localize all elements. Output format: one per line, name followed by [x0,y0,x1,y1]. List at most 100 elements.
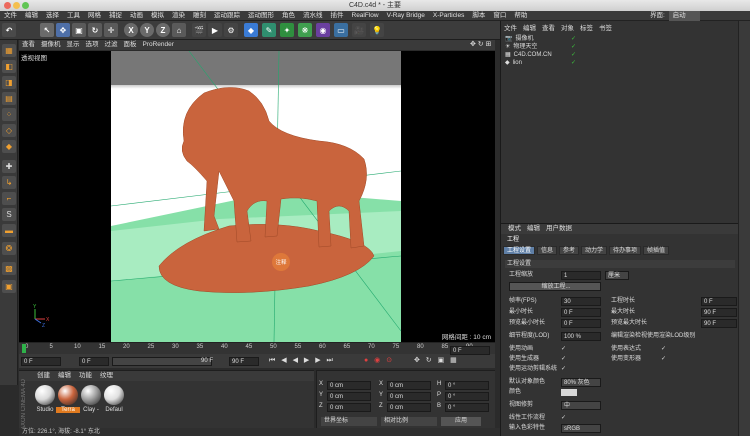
menu-item[interactable]: 角色 [278,11,299,21]
snap-icon[interactable]: ⌐ [2,192,16,205]
material-menu-item[interactable]: 创建 [33,371,54,381]
tweak-mode-icon[interactable]: ↳ [2,176,16,189]
object-menu-item[interactable]: 对象 [558,24,577,34]
scale-mode-select[interactable]: 相对比例 [381,417,437,426]
menu-item[interactable]: V-Ray Bridge [383,11,429,21]
viewport-nav-icons[interactable]: ✥ ↻ ⊞ [470,40,494,50]
viewport-menu-item[interactable]: 查看 [19,40,38,50]
start-frame-field[interactable]: 0 F [79,357,109,366]
cube-icon[interactable]: ◆ [244,23,258,37]
object-visibility-icon[interactable]: ✓ [571,35,576,42]
object-visibility-icon[interactable]: ✓ [571,51,576,58]
solo-icon[interactable]: ▣ [2,280,16,293]
array-icon[interactable]: ❋ [298,23,312,37]
motion-system-checkbox[interactable]: ✓ [561,366,567,372]
make-editable-icon[interactable]: ▦ [2,44,16,57]
scale-project-button[interactable]: 缩放工程... [509,282,601,291]
polygons-mode-icon[interactable]: ◆ [2,140,16,153]
menu-item[interactable]: 运动跟踪 [210,11,244,21]
select-tool-icon[interactable]: ↖ [40,23,54,37]
preview-max-field[interactable]: 90 F [701,319,737,328]
viewport-menu-item[interactable]: 选项 [83,40,102,50]
axis-z-button[interactable]: Z [156,23,170,37]
edges-mode-icon[interactable]: ◇ [2,124,16,137]
coord-value-field[interactable]: 0 cm [327,403,371,412]
current-frame-field[interactable]: 0 F [21,357,61,366]
project-length-field[interactable]: 0 F [701,297,737,306]
light-icon[interactable]: 💡 [370,23,384,37]
preview-min-field[interactable]: 0 F [561,319,601,328]
move-tool-icon[interactable]: ✥ [56,23,70,37]
attr-tab[interactable]: 参考 [559,246,580,255]
use-generators-checkbox[interactable]: ✓ [561,356,567,362]
coord-value-field[interactable]: 0 ° [445,381,489,390]
playhead[interactable] [22,344,26,353]
attr-tab[interactable]: 待办事项 [609,246,642,255]
object-menu-item[interactable]: 编辑 [520,24,539,34]
menu-item[interactable]: 选择 [42,11,63,21]
points-mode-icon[interactable]: ⁘ [2,108,16,121]
attr-tab[interactable]: 工程设置 [503,246,536,255]
attr-menu-item[interactable]: 模式 [505,224,524,234]
record-buttons[interactable]: ● ◉ ⊙ [364,356,394,366]
menu-item[interactable]: 编辑 [21,11,42,21]
coord-system-icon[interactable]: ⌂ [172,23,186,37]
max-time-field[interactable]: 90 F [701,308,737,317]
linear-workflow-checkbox[interactable]: ✓ [561,415,567,421]
attr-tab[interactable]: 信息 [537,246,558,255]
object-visibility-icon[interactable]: ✓ [571,59,576,66]
menu-item[interactable]: 渲染 [168,11,189,21]
object-color-select[interactable]: 80% 灰色 [561,378,601,387]
menu-item[interactable]: 网格 [84,11,105,21]
color-swatch[interactable] [561,389,577,396]
attr-tab[interactable]: 帧插值 [643,246,670,255]
object-menu-item[interactable]: 标签 [577,24,596,34]
use-animation-checkbox[interactable]: ✓ [561,346,567,352]
deformer-icon[interactable]: ◉ [316,23,330,37]
coord-value-field[interactable]: 0 cm [387,381,431,390]
object-menu-item[interactable]: 书签 [596,24,615,34]
attr-menu-item[interactable]: 用户数据 [543,224,575,234]
coord-value-field[interactable]: 0 cm [387,392,431,401]
render-view-icon[interactable]: 🎬 [192,23,206,37]
view-clip-select[interactable]: 中 [561,401,601,410]
use-expression-checkbox[interactable]: ✓ [661,346,667,352]
viewport-menu-item[interactable]: 摄像机 [38,40,64,50]
frame-range-slider[interactable] [112,357,212,366]
object-visibility-icon[interactable]: ✓ [571,43,576,50]
material-menu-item[interactable]: 功能 [75,371,96,381]
rotate-tool-icon[interactable]: ↻ [88,23,102,37]
menu-item[interactable]: 脚本 [468,11,489,21]
model-mode-icon[interactable]: ◧ [2,60,16,73]
timeline-ruler[interactable]: 051015202530354045505560657075808590 [19,342,495,354]
floor-icon[interactable]: ▭ [334,23,348,37]
render-pv-icon[interactable]: ▶ [208,23,222,37]
viewport-menu-item[interactable]: 显示 [64,40,83,50]
lod-field[interactable]: 100 % [561,332,601,341]
menu-item[interactable]: 插件 [327,11,348,21]
attr-tab[interactable]: 动力学 [581,246,608,255]
spline-pen-icon[interactable]: ✎ [262,23,276,37]
render-settings-icon[interactable]: ⚙ [224,23,238,37]
use-deformers-checkbox[interactable]: ✓ [661,356,667,362]
key-buttons[interactable]: ✥ ↻ ▣ ▦ [414,356,459,366]
layout-value[interactable]: 启动 [668,11,700,21]
input-color-select[interactable]: sRGB [561,424,601,433]
menu-item[interactable]: 运动图形 [244,11,278,21]
coord-value-field[interactable]: 0 cm [387,403,431,412]
coord-value-field[interactable]: 0 cm [327,392,371,401]
viewport[interactable]: 注释 Y X Z 透视视图 网格间距 : 10 cm [19,51,495,342]
menu-item[interactable]: 窗口 [489,11,510,21]
attr-menu-item[interactable]: 编辑 [524,224,543,234]
menu-item[interactable]: 文件 [0,11,21,21]
object-menu-item[interactable]: 文件 [501,24,520,34]
object-row[interactable]: ◆ lion [505,59,522,67]
scale-tool-icon[interactable]: ▣ [72,23,86,37]
close-icon[interactable] [4,2,11,9]
right-side-tabs[interactable] [738,21,750,436]
menu-item[interactable]: 动画 [126,11,147,21]
camera-icon[interactable]: 🎥 [352,23,366,37]
viewport-menu-item[interactable]: 过滤 [102,40,121,50]
apply-button[interactable]: 应用 [441,417,481,426]
menu-item[interactable]: 雕刻 [189,11,210,21]
